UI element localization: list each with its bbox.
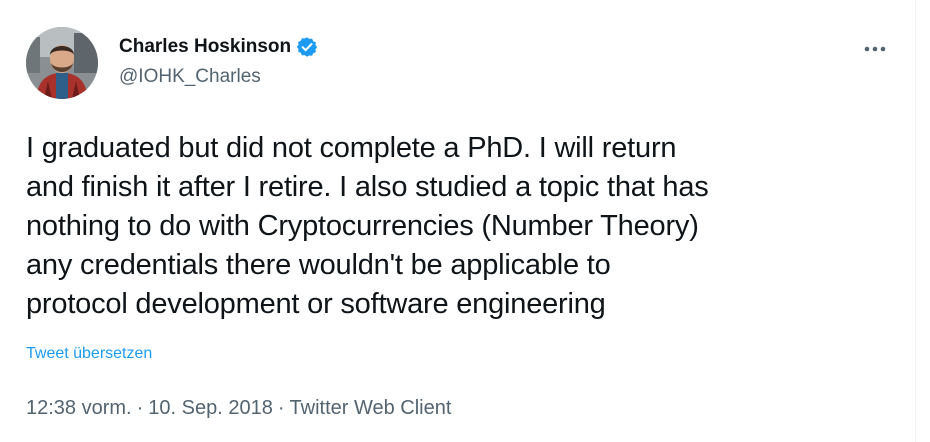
avatar-image: [26, 27, 98, 99]
tweet-metadata: 12:38 vorm. · 10. Sep. 2018 · Twitter We…: [26, 396, 451, 420]
avatar[interactable]: [26, 27, 98, 99]
divider: [915, 0, 916, 442]
verified-badge-icon: [296, 36, 318, 58]
more-options-icon[interactable]: [862, 42, 888, 54]
tweet-date[interactable]: 10. Sep. 2018: [148, 396, 273, 420]
meta-separator: ·: [277, 397, 285, 419]
tweet-time[interactable]: 12:38 vorm.: [26, 396, 132, 420]
tweet-client[interactable]: Twitter Web Client: [290, 396, 452, 420]
meta-separator: ·: [136, 397, 144, 419]
tweet-card: Charles Hoskinson @IOHK_Charles I gradua…: [0, 0, 930, 442]
author-handle[interactable]: @IOHK_Charles: [119, 66, 261, 88]
tweet-text: I graduated but did not complete a PhD. …: [26, 132, 709, 320]
translate-tweet-link[interactable]: Tweet übersetzen: [26, 344, 152, 364]
author-name[interactable]: Charles Hoskinson: [119, 36, 291, 58]
author-row: Charles Hoskinson: [119, 36, 318, 58]
